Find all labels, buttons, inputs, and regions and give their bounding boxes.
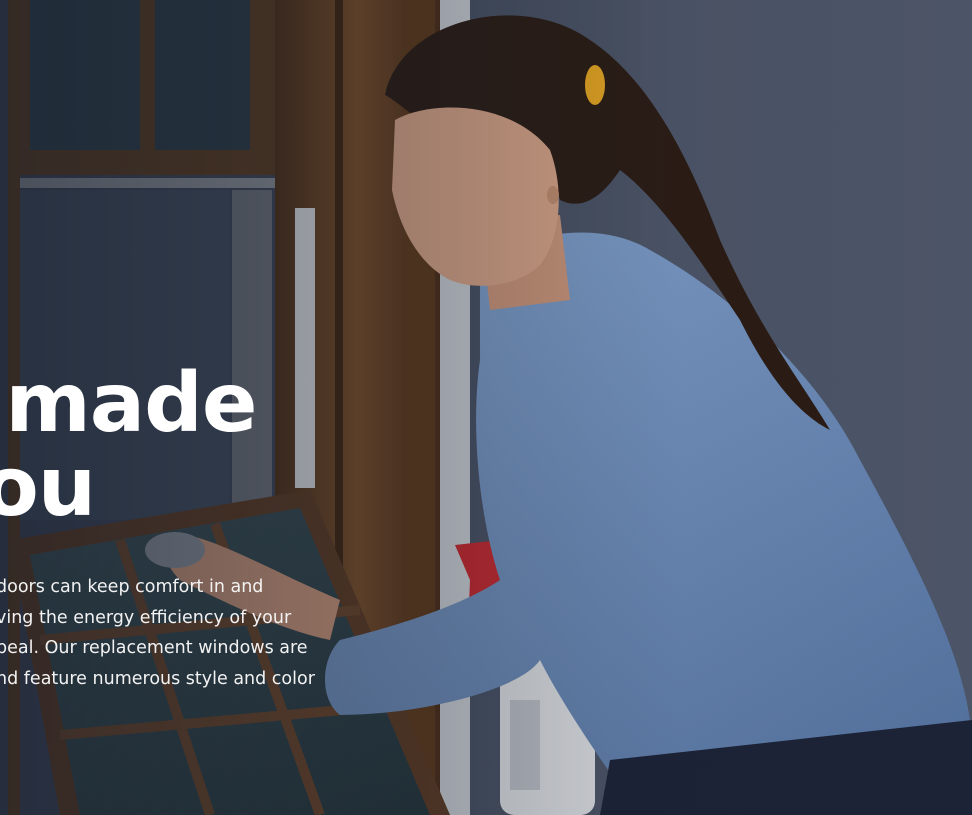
hero-headline: s made you: [0, 356, 257, 535]
hero-banner: s made you doors can keep comfort in and…: [0, 0, 972, 815]
hero-body-line-4: nd feature numerous style and color: [0, 668, 315, 689]
hero-headline-line-1: s made: [0, 356, 257, 451]
hero-body-line-3: peal. Our replacement windows are: [0, 638, 308, 658]
hero-body-line-2: ving the energy efficiency of your: [0, 607, 292, 628]
hero-body-line-1: doors can keep comfort in and: [0, 577, 264, 597]
hero-headline-line-2: you: [0, 440, 96, 535]
hero-body-text: doors can keep comfort in and ving the e…: [0, 572, 396, 694]
